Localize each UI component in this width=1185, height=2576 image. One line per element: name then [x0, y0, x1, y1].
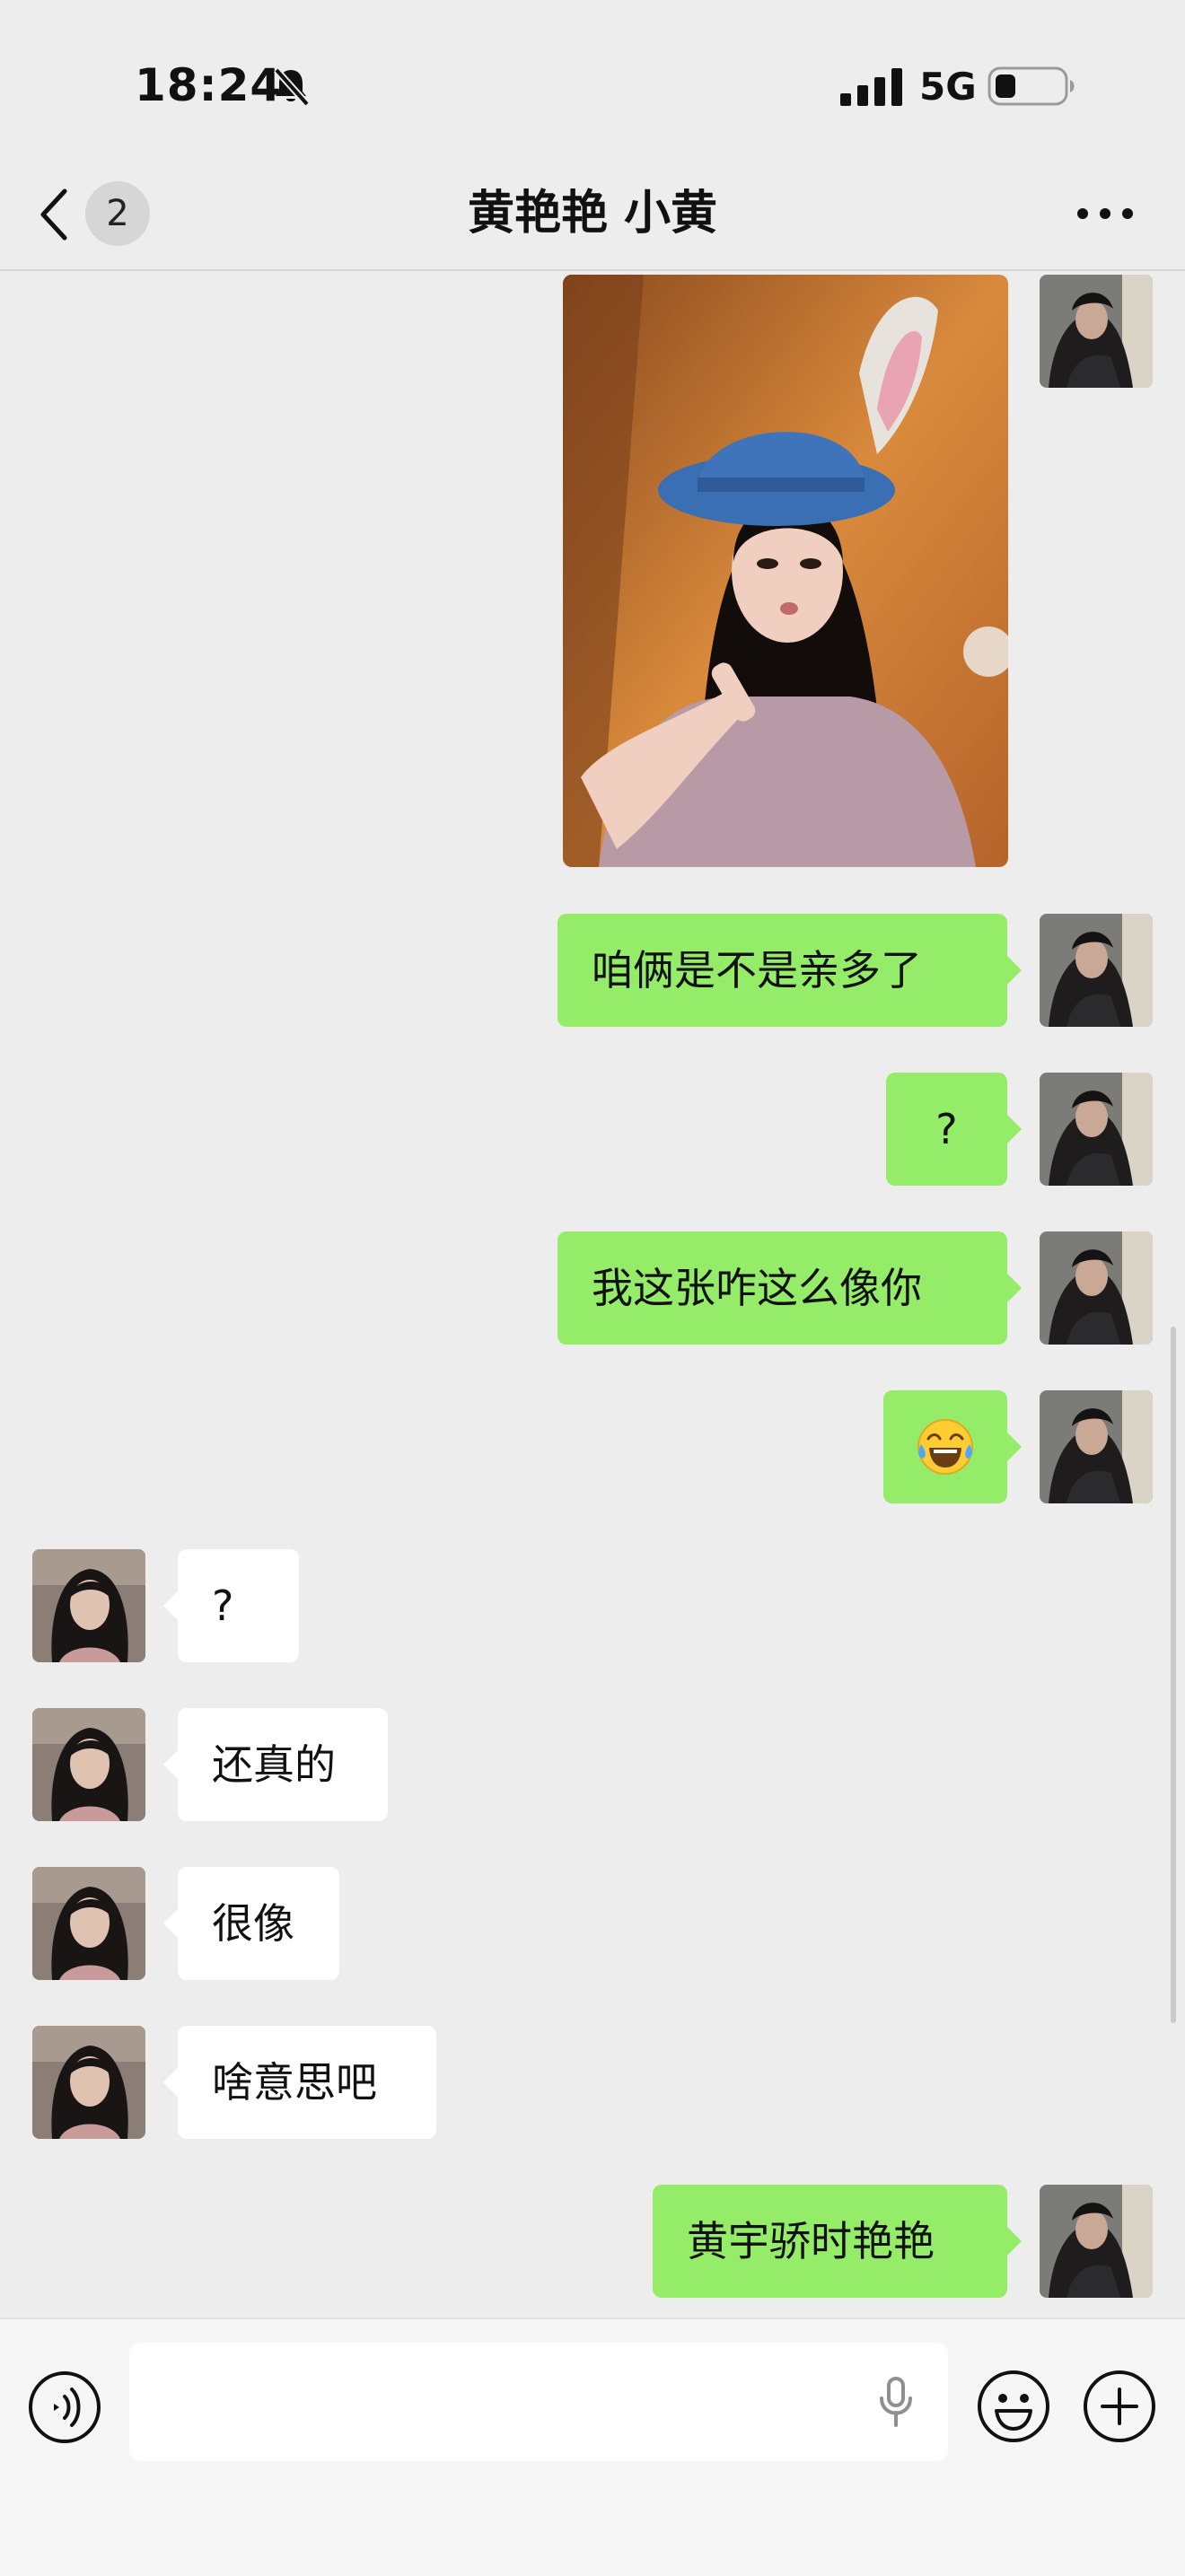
voice-icon[interactable]: [27, 2370, 102, 2445]
message-image[interactable]: [563, 275, 1008, 867]
message-bubble-received[interactable]: 啥意思吧: [163, 2026, 436, 2139]
chat-title: 黄艳艳 小黄: [467, 187, 718, 241]
contact-avatar[interactable]: [32, 1708, 145, 1821]
avatar-image: [1040, 1231, 1153, 1345]
signal-icon: [840, 68, 902, 106]
emoji-icon[interactable]: [975, 2368, 1052, 2445]
input-bar: [0, 2318, 1185, 2576]
message-bubble-sent[interactable]: 黄宇骄时艳艳: [653, 2185, 1022, 2298]
avatar-image: [32, 1549, 145, 1662]
avatar-image: [1040, 2185, 1153, 2298]
tears-of-joy-emoji-icon: [917, 1419, 973, 1475]
message-bubble-sent[interactable]: [883, 1390, 1022, 1503]
avatar-image: [32, 1708, 145, 1821]
message-bubble-received[interactable]: 还真的: [163, 1708, 388, 1821]
contact-avatar[interactable]: [32, 2026, 145, 2139]
message-bubble-sent[interactable]: ?: [886, 1073, 1022, 1186]
status-bar: 18:24 5G: [0, 0, 1185, 162]
ellipsis-icon[interactable]: [1074, 203, 1137, 224]
contact-avatar[interactable]: [32, 1867, 145, 1980]
my-avatar[interactable]: [1040, 1390, 1153, 1503]
scrollbar[interactable]: [1171, 1327, 1176, 2023]
my-avatar[interactable]: [1040, 275, 1153, 388]
avatar-image: [1040, 275, 1153, 388]
message-bubble-received[interactable]: 很像: [163, 1867, 339, 1980]
avatar-image: [32, 2026, 145, 2139]
contact-avatar[interactable]: [32, 1549, 145, 1662]
avatar-image: [1040, 1390, 1153, 1503]
message-input[interactable]: [129, 2343, 948, 2461]
bell-slash-icon: [274, 67, 310, 107]
message-bubble-received[interactable]: ?: [163, 1549, 299, 1662]
status-time: 18:24: [135, 59, 283, 111]
avatar-image: [1040, 1073, 1153, 1186]
chat-header: 2 黄艳艳 小黄: [0, 162, 1185, 271]
my-avatar[interactable]: [1040, 914, 1153, 1027]
my-avatar[interactable]: [1040, 1073, 1153, 1186]
microphone-icon[interactable]: [869, 2375, 923, 2431]
avatar-image: [1040, 914, 1153, 1027]
photo-image: [563, 275, 1008, 867]
plus-icon[interactable]: [1081, 2368, 1158, 2445]
network-type: 5G: [919, 65, 977, 109]
avatar-image: [32, 1867, 145, 1980]
my-avatar[interactable]: [1040, 1231, 1153, 1345]
message-bubble-sent[interactable]: 我这张咋这么像你: [557, 1231, 1022, 1345]
battery-icon: [988, 66, 1075, 106]
message-bubble-sent[interactable]: 咱俩是不是亲多了: [557, 914, 1022, 1027]
my-avatar[interactable]: [1040, 2185, 1153, 2298]
